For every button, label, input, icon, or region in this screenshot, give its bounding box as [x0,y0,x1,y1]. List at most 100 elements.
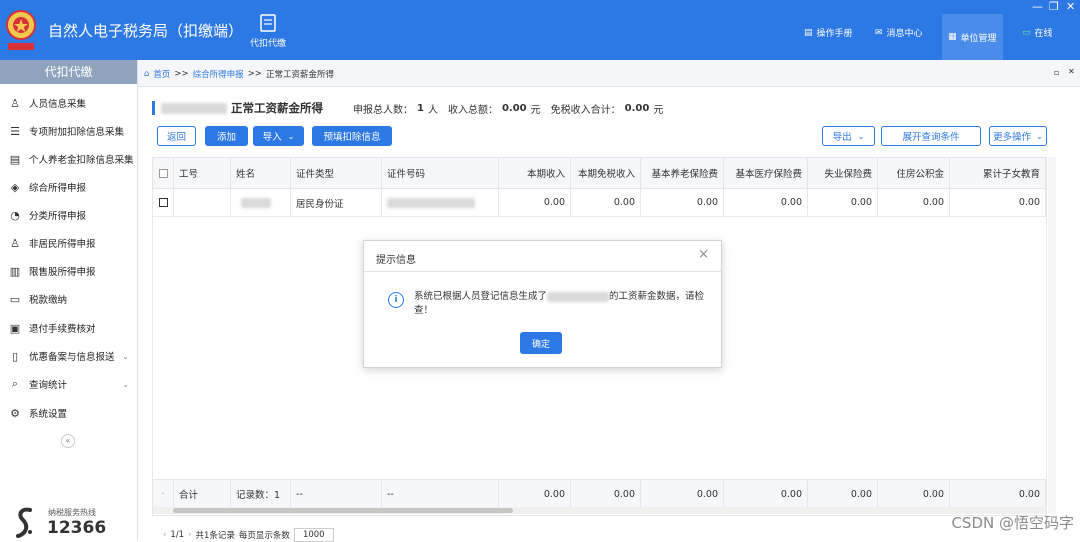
column-header[interactable]: 本期收入 [499,158,571,188]
column-header[interactable]: 累计子女教育 [950,158,1046,188]
sidebar-item[interactable]: ▥ 限售股所得申报 [0,261,137,281]
import-dropdown[interactable]: 导入 ⌄ [253,126,304,146]
chevron-down-icon: ⌄ [1036,131,1043,141]
select-all-checkbox[interactable] [158,168,168,178]
watermark: CSDN @悟空码字 [951,514,1074,532]
panel-restore-icon[interactable]: ▫ [1054,68,1059,77]
close-icon[interactable]: × [698,247,709,262]
footer-amount: 0.00 [808,480,878,508]
sidebar-collapse-button[interactable]: « [61,434,75,448]
sidebar-item-label: 分类所得申报 [29,211,87,222]
footer-amount: 0.00 [950,480,1046,508]
search-list-icon: ⌕ [11,377,19,390]
breadcrumb-home[interactable]: 首页 [153,68,170,80]
cell-amount: 0.00 [641,189,724,216]
breadcrumb: ⌂ 首页 >> 综合所得申报 >> 正常工资薪金所得 [144,68,334,80]
sidebar-item[interactable]: ◔ 分类所得申报 [0,205,137,225]
horizontal-scrollbar[interactable] [153,507,1046,514]
export-dropdown[interactable]: 导出 ⌄ [822,126,875,146]
prev-page-icon[interactable]: ‹ [163,530,166,540]
column-header[interactable]: 本期免税收入 [571,158,641,188]
import-label: 导入 [262,132,282,143]
column-header[interactable]: 工号 [174,158,231,188]
add-button[interactable]: 添加 [205,126,248,146]
footer-dash: -- [291,480,382,508]
info-dialog: 提示信息 × i 系统已根据人员登记信息生成了 的工资薪金数据，请检查！ 确定 [363,240,722,368]
per-page-input[interactable]: 1000 [293,528,334,542]
gear-icon: ⚙ [10,406,20,420]
column-header[interactable]: 姓名 [231,158,291,188]
sidebar-item-label: 非居民所得申报 [29,239,96,250]
online-status[interactable]: ▭ 在线 [1022,26,1053,40]
chevron-down-icon: ⌄ [857,131,865,141]
column-header[interactable]: 基本养老保险费 [641,158,724,188]
ok-button[interactable]: 确定 [520,332,562,354]
hotline: 纳税服务热线 12366 [14,504,134,540]
sidebar-item-label: 税款缴纳 [29,295,68,306]
dialog-title: 提示信息 [376,255,416,266]
sidebar-item[interactable]: ▭ 税款缴纳 [0,289,137,309]
footer-dash: -- [382,480,499,508]
sidebar-item[interactable]: ♙ 人员信息采集 [0,93,137,113]
table-row[interactable]: 居民身份证 0.00 0.00 0.00 0.00 0.00 0.00 0.00 [153,189,1046,217]
sidebar-item[interactable]: ▯ 优惠备案与信息报送 ⌄ [0,346,137,366]
panel-close-icon[interactable]: ✕ [1068,67,1075,76]
breadcrumb-sep: >> [247,69,262,79]
unit-management-link[interactable]: ▦ 单位管理 [942,14,1003,60]
sidebar-item[interactable]: ◈ 综合所得申报 [0,177,137,197]
sidebar-item[interactable]: ⌕ 查询统计 ⌄ [0,374,137,394]
vertical-scrollbar[interactable] [1048,157,1056,514]
breadcrumb-level2[interactable]: 综合所得申报 [193,68,244,80]
row-checkbox[interactable] [158,198,168,207]
minimize-icon[interactable]: — [1032,0,1043,13]
folder-icon: ▭ [9,292,21,306]
next-page-icon[interactable]: › [188,530,191,540]
export-label: 导出 [832,132,852,143]
sidebar-item-label: 退付手续费核对 [29,324,96,335]
file-icon: ▯ [11,349,19,363]
footer-dot: · [153,480,174,508]
footer-record-count: 记录数：1 [231,480,291,508]
prefill-deduction-button[interactable]: 预填扣除信息 [312,126,392,146]
column-header[interactable]: 证件类型 [291,158,382,188]
expand-query-button[interactable]: 展开查询条件 [881,126,981,146]
sidebar-item[interactable]: ♙ 非居民所得申报 [0,233,137,253]
message-center-link[interactable]: ✉ 消息中心 [875,26,923,40]
building-icon: ▦ [948,32,957,42]
sidebar-item-label: 限售股所得申报 [29,267,96,278]
dialog-message: 系统已根据人员登记信息生成了 的工资薪金数据，请检查！ [414,290,709,318]
bar-chart-icon: ▥ [9,264,21,278]
footer-amount: 0.00 [499,480,571,508]
sidebar-item[interactable]: ⚙ 系统设置 [0,403,137,423]
sidebar-item[interactable]: ☰ 专项附加扣除信息采集 [0,121,137,141]
page-title: 正常工资薪金所得 [231,101,323,115]
table-footer: · 合计 记录数：1 -- -- 0.00 0.00 0.00 0.00 0.00 0.0… [153,479,1046,508]
footer-total-label: 合计 [174,480,231,508]
column-header[interactable]: 基本医疗保险费 [724,158,808,188]
exempt-value: 0.00 [624,102,650,114]
cell-id-type: 居民身份证 [291,189,382,216]
breadcrumb-bar: ⌂ 首页 >> 综合所得申报 >> 正常工资薪金所得 ▫ ✕ [138,60,1080,87]
column-header[interactable]: 住房公积金 [878,158,950,188]
restore-icon[interactable]: ❐ [1049,0,1059,13]
footer-amount: 0.00 [724,480,808,508]
back-button[interactable]: 返回 [157,126,196,146]
footer-amount: 0.00 [571,480,641,508]
footer-amount: 0.00 [641,480,724,508]
top-tab-withholding[interactable]: 代扣代缴 [246,14,290,49]
manual-link[interactable]: ▤ 操作手册 [804,26,853,40]
sidebar-item[interactable]: ▤ 个人养老金扣除信息采集 [0,149,137,169]
column-header[interactable]: 证件号码 [382,158,499,188]
cell-amount: 0.00 [571,189,641,216]
cell-amount: 0.00 [878,189,950,216]
scrollbar-thumb[interactable] [173,508,513,513]
close-icon[interactable]: ✕ [1066,0,1075,13]
top-tab-label: 代扣代缴 [249,39,286,49]
sidebar-item[interactable]: ▣ 退付手续费核对 [0,318,137,338]
more-actions-dropdown[interactable]: 更多操作 ⌄ [989,126,1047,146]
hotline-icon [16,507,32,538]
breadcrumb-sep: >> [174,69,189,79]
home-icon: ⌂ [144,69,150,79]
column-header[interactable]: 失业保险费 [808,158,878,188]
person-outline-icon: ♙ [10,236,20,250]
